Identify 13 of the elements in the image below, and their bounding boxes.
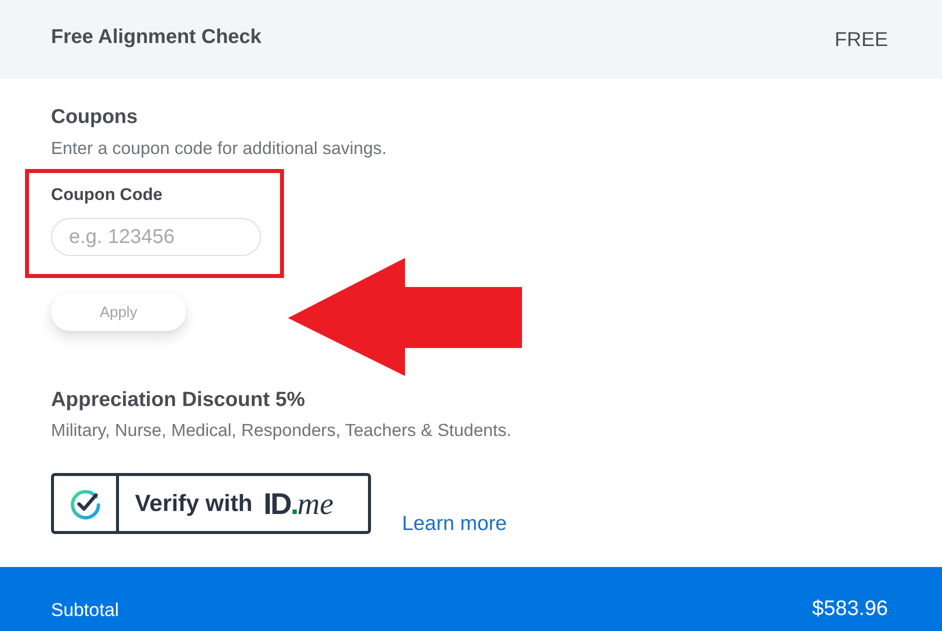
section-heading: Appreciation Discount 5%	[51, 388, 306, 412]
verify-idme-button[interactable]: Verify with ID.me	[51, 473, 371, 534]
coupon-code-field[interactable]: e.g. 123456	[51, 218, 261, 256]
item-name: Free Alignment Check	[51, 25, 262, 49]
field-label: Coupon Code	[51, 185, 162, 205]
subtotal-label: Subtotal	[51, 600, 119, 620]
learn-more-link[interactable]: Learn more	[402, 512, 507, 536]
section-heading: Coupons	[51, 105, 138, 129]
subtotal-amount: $583.96	[812, 597, 888, 621]
check-circle-icon	[69, 488, 101, 520]
section-description: Enter a coupon code for additional savings.	[51, 138, 387, 158]
item-price: FREE	[834, 28, 888, 52]
section-description: Military, Nurse, Medical, Responders, Teachers & Students.	[51, 420, 512, 440]
